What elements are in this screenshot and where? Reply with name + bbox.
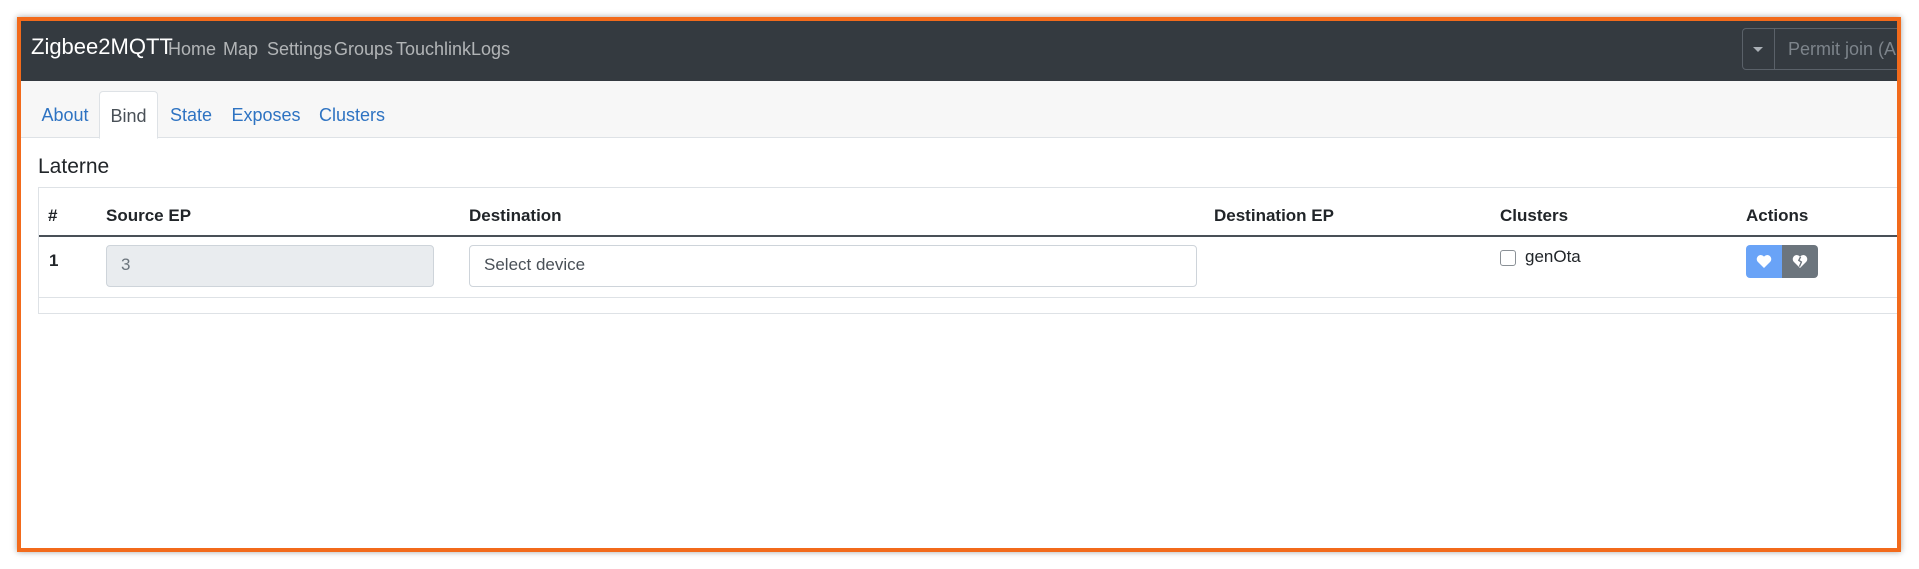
nav-groups[interactable]: Groups <box>334 37 393 61</box>
nav-home[interactable]: Home <box>168 37 216 61</box>
column-header-destination-ep: Destination EP <box>1214 206 1334 225</box>
cluster-label-genota: genOta <box>1525 247 1581 266</box>
device-tabs: About Bind State Exposes Clusters <box>21 81 1897 139</box>
heart-icon <box>1756 255 1772 268</box>
bind-button[interactable] <box>1746 245 1782 278</box>
tab-about[interactable]: About <box>31 91 99 138</box>
permit-join-control[interactable]: Permit join (All) <box>1742 28 1897 70</box>
row-divider <box>39 297 1897 298</box>
top-navbar: Zigbee2MQTT Home Map Settings Groups Tou… <box>21 21 1897 81</box>
column-header-clusters: Clusters <box>1500 206 1569 225</box>
source-ep-field: 3 <box>106 245 434 287</box>
nav-touchlink[interactable]: Touchlink <box>396 37 471 61</box>
tab-state[interactable]: State <box>162 91 220 138</box>
broken-heart-icon <box>1792 255 1808 268</box>
column-header-actions: Actions <box>1746 206 1809 225</box>
tab-clusters[interactable]: Clusters <box>312 91 392 138</box>
column-header-destination: Destination <box>469 206 562 225</box>
nav-logs[interactable]: Logs <box>471 37 510 61</box>
tab-exposes[interactable]: Exposes <box>226 91 306 138</box>
app-window: Zigbee2MQTT Home Map Settings Groups Tou… <box>17 17 1901 552</box>
row-number: 1 <box>49 251 59 270</box>
cluster-checkbox-genota[interactable] <box>1500 250 1516 266</box>
bindings-table: # Source EP Destination Destination EP C… <box>38 187 1897 314</box>
column-header-number: # <box>48 206 58 225</box>
tab-bind[interactable]: Bind <box>99 91 158 139</box>
header-divider <box>39 235 1897 237</box>
permit-join-button[interactable]: Permit join (All) <box>1788 38 1897 60</box>
device-title: Laterne <box>38 155 110 178</box>
destination-device-select[interactable]: Select device <box>469 245 1197 287</box>
column-header-source-ep: Source EP <box>106 206 192 225</box>
nav-map[interactable]: Map <box>223 37 258 61</box>
nav-settings[interactable]: Settings <box>267 37 332 61</box>
chevron-down-icon[interactable] <box>1743 29 1775 69</box>
unbind-button[interactable] <box>1782 245 1818 278</box>
brand-logo[interactable]: Zigbee2MQTT <box>31 33 173 61</box>
